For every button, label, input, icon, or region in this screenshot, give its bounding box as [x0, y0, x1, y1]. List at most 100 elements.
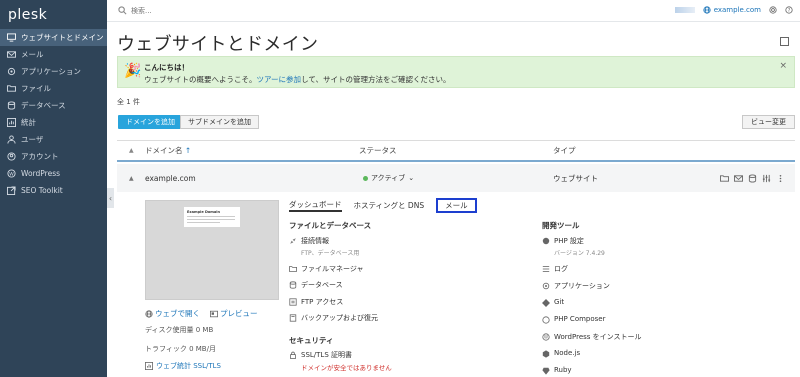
add-domain-button[interactable]: ドメインを追加: [118, 115, 183, 129]
databases-item[interactable]: データベース: [289, 280, 343, 290]
sidebar-item-websites-domains[interactable]: ウェブサイトとドメイン: [0, 29, 107, 46]
git-icon: [542, 299, 550, 307]
gear-icon: [7, 67, 16, 76]
sidebar-item-mail[interactable]: メール: [0, 46, 107, 63]
php-composer-item[interactable]: PHP Composer: [542, 315, 605, 324]
traffic-usage: トラフィック 0 MB/月: [145, 345, 216, 353]
sidebar-collapse-handle[interactable]: ‹: [107, 188, 114, 208]
git-label: Git: [554, 298, 565, 306]
git-item[interactable]: Git: [542, 298, 564, 307]
collapse-all-icon[interactable]: ▲: [129, 147, 134, 154]
tab-mail[interactable]: メール: [436, 197, 477, 213]
search-input[interactable]: [131, 6, 331, 15]
globe-icon: [145, 309, 153, 318]
banner-text-before: ウェブサイトの概要へようこそ。: [144, 75, 257, 84]
preview-icon: [210, 310, 218, 317]
backup-icon: [289, 314, 297, 322]
composer-icon: [542, 316, 550, 324]
tab-dashboard[interactable]: ダッシュボード: [289, 198, 342, 212]
ruby-item[interactable]: Ruby: [542, 366, 572, 375]
lifebuoy-icon[interactable]: [769, 6, 777, 14]
section-title-devtools: 開発ツール: [542, 221, 580, 230]
tour-link[interactable]: ツアーに参加: [257, 75, 302, 84]
sidebar-item-users[interactable]: ユーザ: [0, 131, 107, 148]
fullscreen-icon[interactable]: [780, 37, 789, 46]
folder-icon: [7, 84, 16, 93]
ssl-tls-item[interactable]: SSL/TLS 証明書 ドメインが安全ではありません: [289, 350, 392, 372]
thumbnail-title: Example Domain: [187, 210, 220, 214]
disk-usage: ディスク使用量 0 MB: [145, 326, 214, 334]
sidebar-item-account[interactable]: アカウント: [0, 148, 107, 165]
open-web-label: ウェブで開く: [155, 309, 200, 318]
ftp-access-item[interactable]: FTP アクセス: [289, 297, 343, 307]
more-options-icon[interactable]: [776, 174, 785, 183]
change-view-button[interactable]: ビュー変更: [742, 115, 795, 129]
section-title-files-db: ファイルとデータベース: [289, 221, 372, 230]
backup-restore-item[interactable]: バックアップおよび復元: [289, 313, 378, 323]
thumbnail-links: ウェブで開く プレビュー: [145, 308, 258, 319]
thumbnail-line: [187, 216, 235, 217]
external-icon: [7, 186, 16, 195]
sliders-icon[interactable]: [762, 174, 771, 183]
column-domain-name[interactable]: ドメイン名 ↑: [145, 145, 191, 156]
plesk-logo[interactable]: plesk: [0, 0, 107, 29]
database-icon[interactable]: [748, 173, 757, 183]
php-version: バージョン 7.4.29: [554, 250, 605, 257]
nodejs-item[interactable]: Node.js: [542, 349, 580, 358]
party-icon: 🎉: [124, 63, 142, 79]
thumbnail-line: [187, 219, 235, 220]
applications-item[interactable]: アプリケーション: [542, 281, 610, 291]
web-stats-link[interactable]: ウェブ統計 SSL/TLS: [145, 361, 221, 371]
chart-icon: [145, 362, 153, 370]
logs-label: ログ: [554, 265, 568, 273]
banner-text: ウェブサイトの概要へようこそ。ツアーに参加して、サイトの管理方法をご確認ください…: [144, 74, 450, 85]
php-settings-item[interactable]: PHP 設定 バージョン 7.4.29: [542, 236, 605, 257]
logs-item[interactable]: ログ: [542, 264, 568, 274]
sidebar-item-wordpress[interactable]: W WordPress: [0, 165, 107, 182]
web-stats-label: ウェブ統計 SSL/TLS: [156, 362, 221, 370]
add-subdomain-button[interactable]: サブドメインを追加: [180, 115, 259, 129]
file-manager-label: ファイルマネージャ: [301, 265, 364, 273]
open-web-link[interactable]: ウェブで開く: [145, 308, 200, 319]
row-collapse-icon[interactable]: ▲: [129, 175, 134, 182]
sidebar-item-statistics[interactable]: 統計: [0, 114, 107, 131]
account-icon: [7, 152, 16, 161]
sidebar-item-applications[interactable]: アプリケーション: [0, 63, 107, 80]
folder-icon[interactable]: [720, 174, 729, 183]
nodejs-icon: [542, 350, 550, 358]
domain-selector[interactable]: example.com: [703, 6, 761, 14]
folder-icon: [289, 266, 297, 272]
domain-selector-label: example.com: [713, 6, 761, 14]
close-icon[interactable]: ×: [779, 61, 787, 71]
site-thumbnail[interactable]: Example Domain: [145, 200, 279, 300]
tab-hosting-dns[interactable]: ホスティングと DNS: [354, 198, 425, 212]
database-icon: [7, 101, 16, 110]
php-composer-label: PHP Composer: [554, 315, 606, 323]
sidebar-item-seo-toolkit[interactable]: SEO Toolkit: [0, 182, 107, 199]
connection-info-item[interactable]: 接続情報 FTP、データベース用: [289, 236, 359, 257]
user-avatar[interactable]: [674, 7, 695, 13]
gear-icon: [542, 282, 550, 290]
connection-info-sub: FTP、データベース用: [301, 250, 360, 257]
row-domain-name[interactable]: example.com: [145, 174, 196, 183]
main-content: ウェブサイトとドメイン 🎉 こんにちは！ ウェブサイトの概要へようこそ。ツアーに…: [117, 22, 795, 375]
sidebar-item-databases[interactable]: データベース: [0, 97, 107, 114]
topbar: example.com ?: [107, 0, 800, 22]
status-dot: [363, 175, 368, 181]
status-dropdown[interactable]: アクティブ ⌄: [363, 173, 414, 183]
sidebar-item-label: アカウント: [21, 152, 59, 161]
wordpress-install-item[interactable]: W WordPress をインストール: [542, 332, 642, 342]
sidebar-item-files[interactable]: ファイル: [0, 80, 107, 97]
status-label: アクティブ: [371, 174, 406, 182]
column-type[interactable]: タイプ: [553, 145, 576, 156]
mail-icon[interactable]: [734, 174, 743, 183]
help-icon[interactable]: ?: [785, 6, 793, 14]
databases-label: データベース: [301, 281, 343, 289]
column-status[interactable]: ステータス: [359, 145, 397, 156]
preview-link[interactable]: プレビュー: [210, 308, 258, 319]
chart-icon: [7, 118, 16, 127]
table-header: ▲ ドメイン名 ↑ ステータス タイプ: [117, 140, 795, 162]
file-manager-item[interactable]: ファイルマネージャ: [289, 264, 364, 274]
table-row[interactable]: ▲ example.com アクティブ ⌄ ウェブサイト: [117, 164, 795, 192]
applications-label: アプリケーション: [554, 282, 610, 290]
